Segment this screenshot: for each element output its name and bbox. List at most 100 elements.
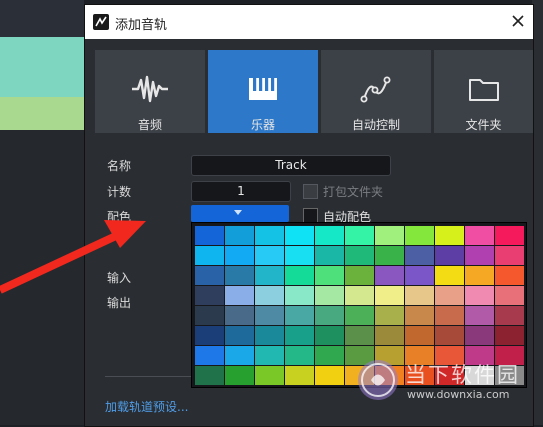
color-swatch[interactable]: [195, 306, 224, 325]
color-swatch[interactable]: [285, 366, 314, 385]
color-swatch[interactable]: [285, 286, 314, 305]
color-swatch[interactable]: [495, 326, 524, 345]
color-swatch[interactable]: [375, 326, 404, 345]
color-swatch[interactable]: [495, 286, 524, 305]
color-swatch[interactable]: [345, 346, 374, 365]
color-swatch[interactable]: [375, 286, 404, 305]
color-swatch[interactable]: [225, 326, 254, 345]
color-swatch[interactable]: [255, 326, 284, 345]
color-swatch[interactable]: [225, 226, 254, 245]
color-swatch[interactable]: [375, 226, 404, 245]
color-swatch[interactable]: [495, 246, 524, 265]
color-swatch[interactable]: [255, 366, 284, 385]
color-swatch[interactable]: [225, 306, 254, 325]
color-swatch[interactable]: [195, 286, 224, 305]
tab-instrument[interactable]: 乐器: [208, 50, 318, 133]
color-swatch[interactable]: [375, 346, 404, 365]
auto-color-checkbox[interactable]: [303, 208, 318, 223]
color-swatch[interactable]: [435, 366, 464, 385]
count-input[interactable]: 1: [191, 181, 291, 202]
color-swatch[interactable]: [495, 366, 524, 385]
color-swatch[interactable]: [435, 226, 464, 245]
color-swatch[interactable]: [195, 346, 224, 365]
color-swatch[interactable]: [345, 306, 374, 325]
color-swatch[interactable]: [255, 226, 284, 245]
color-swatch[interactable]: [225, 366, 254, 385]
color-swatch[interactable]: [315, 346, 344, 365]
color-swatch[interactable]: [225, 346, 254, 365]
color-swatch[interactable]: [195, 266, 224, 285]
color-swatch[interactable]: [345, 326, 374, 345]
close-button[interactable]: [509, 12, 527, 30]
color-swatch[interactable]: [285, 326, 314, 345]
color-swatch[interactable]: [315, 326, 344, 345]
color-swatch[interactable]: [465, 286, 494, 305]
track-clip-green: [0, 97, 84, 130]
color-swatch[interactable]: [465, 346, 494, 365]
color-swatch[interactable]: [195, 366, 224, 385]
color-swatch[interactable]: [255, 346, 284, 365]
color-swatch[interactable]: [345, 246, 374, 265]
color-swatch[interactable]: [435, 266, 464, 285]
color-swatch[interactable]: [345, 226, 374, 245]
color-swatch[interactable]: [405, 366, 434, 385]
color-swatch[interactable]: [375, 266, 404, 285]
color-swatch[interactable]: [255, 306, 284, 325]
color-swatch[interactable]: [495, 306, 524, 325]
color-swatch[interactable]: [405, 246, 434, 265]
color-swatch[interactable]: [255, 266, 284, 285]
color-swatch[interactable]: [285, 346, 314, 365]
color-swatch[interactable]: [225, 286, 254, 305]
color-swatch[interactable]: [435, 326, 464, 345]
color-swatch[interactable]: [285, 266, 314, 285]
color-swatch[interactable]: [405, 326, 434, 345]
color-swatch[interactable]: [345, 266, 374, 285]
color-swatch[interactable]: [255, 246, 284, 265]
color-swatch[interactable]: [315, 306, 344, 325]
color-swatch[interactable]: [315, 226, 344, 245]
color-swatch[interactable]: [315, 286, 344, 305]
color-swatch[interactable]: [285, 306, 314, 325]
color-swatch[interactable]: [375, 366, 404, 385]
color-swatch[interactable]: [435, 306, 464, 325]
color-swatch[interactable]: [375, 246, 404, 265]
color-swatch[interactable]: [315, 246, 344, 265]
tab-automation[interactable]: 自动控制: [321, 50, 431, 133]
color-swatch[interactable]: [225, 246, 254, 265]
tab-folder[interactable]: 文件夹: [434, 50, 533, 133]
color-swatch[interactable]: [435, 286, 464, 305]
color-swatch[interactable]: [465, 226, 494, 245]
color-swatch[interactable]: [195, 326, 224, 345]
color-swatch[interactable]: [405, 306, 434, 325]
tab-audio[interactable]: 音频: [95, 50, 205, 133]
color-swatch[interactable]: [495, 266, 524, 285]
color-swatch[interactable]: [315, 366, 344, 385]
color-swatch[interactable]: [465, 266, 494, 285]
color-swatch[interactable]: [435, 346, 464, 365]
color-swatch[interactable]: [225, 266, 254, 285]
color-swatch[interactable]: [405, 346, 434, 365]
color-swatch[interactable]: [495, 226, 524, 245]
color-swatch[interactable]: [495, 346, 524, 365]
color-swatch[interactable]: [465, 306, 494, 325]
color-swatch[interactable]: [345, 286, 374, 305]
load-track-preset-link[interactable]: 加载轨道预设...: [105, 398, 188, 415]
color-swatch[interactable]: [405, 266, 434, 285]
color-swatch[interactable]: [285, 226, 314, 245]
color-swatch[interactable]: [255, 286, 284, 305]
color-swatch[interactable]: [195, 226, 224, 245]
color-picker-dropdown[interactable]: [191, 205, 289, 222]
color-swatch[interactable]: [465, 326, 494, 345]
color-swatch[interactable]: [285, 246, 314, 265]
color-swatch[interactable]: [435, 246, 464, 265]
color-swatch[interactable]: [405, 286, 434, 305]
color-swatch[interactable]: [195, 246, 224, 265]
color-swatch[interactable]: [465, 366, 494, 385]
name-input[interactable]: Track: [191, 155, 391, 176]
color-swatch[interactable]: [375, 306, 404, 325]
pack-folder-checkbox[interactable]: [303, 184, 318, 199]
color-swatch[interactable]: [405, 226, 434, 245]
color-swatch[interactable]: [345, 366, 374, 385]
color-swatch[interactable]: [315, 266, 344, 285]
color-swatch[interactable]: [465, 246, 494, 265]
